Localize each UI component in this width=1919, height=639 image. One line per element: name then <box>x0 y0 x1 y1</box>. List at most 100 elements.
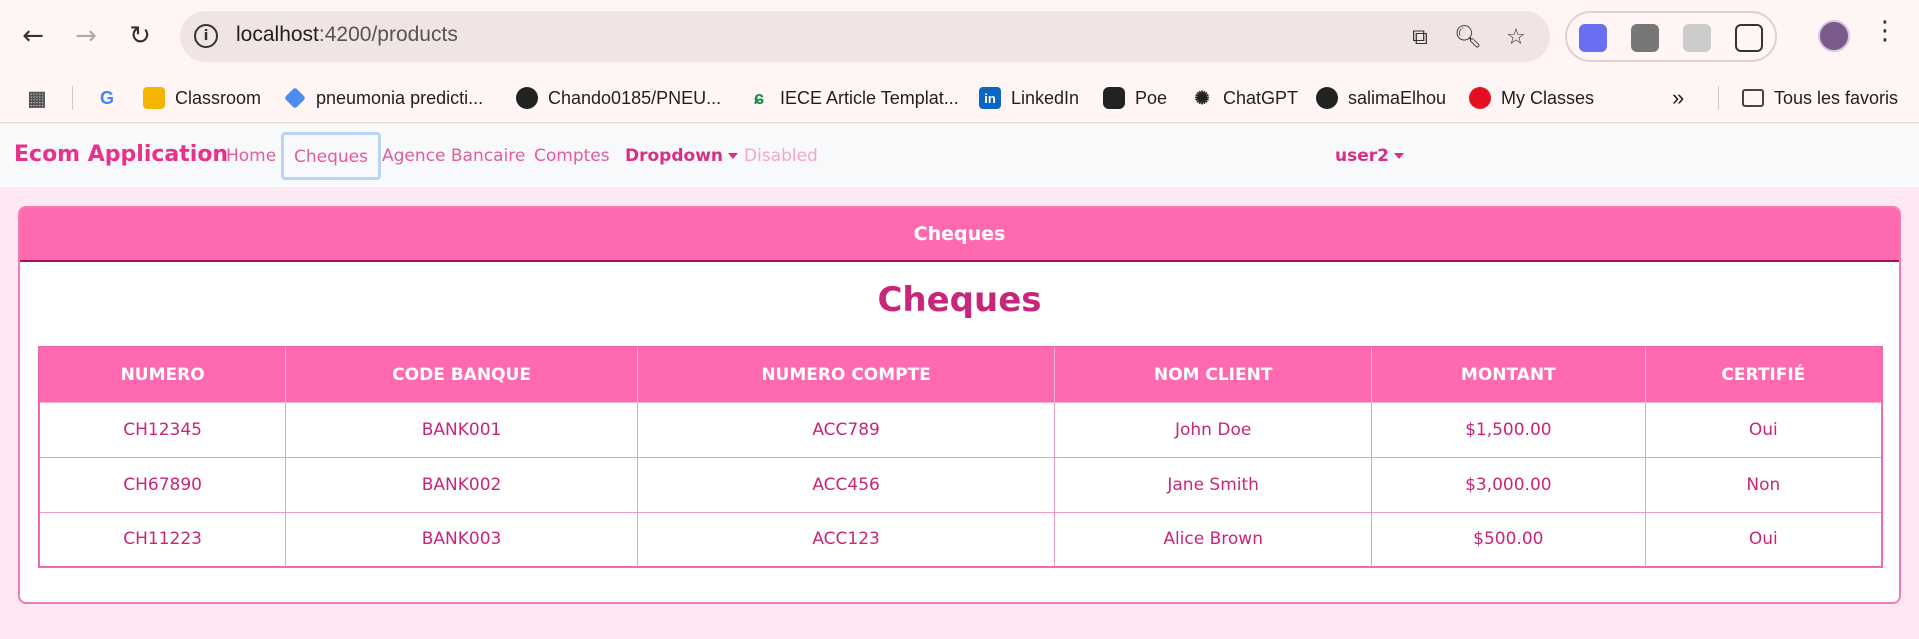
bookmark-linkedin[interactable]: in LinkedIn <box>979 73 1079 123</box>
page-title: Cheques <box>877 280 1042 320</box>
bookmark-google[interactable]: G <box>96 73 128 123</box>
bookmark-label: Poe <box>1135 87 1168 108</box>
folder-icon <box>1742 89 1764 107</box>
bookmark-chatgpt[interactable]: ✺ ChatGPT <box>1191 73 1298 123</box>
bookmarks-bar: ▦ G Classroom pneumonia predicti... Chan… <box>0 73 1919 123</box>
chatgpt-icon: ✺ <box>1194 87 1210 108</box>
profile-avatar[interactable] <box>1818 20 1850 52</box>
github-icon <box>516 87 538 109</box>
apps-grid-icon[interactable]: ▦ <box>26 73 58 123</box>
site-info-icon[interactable]: i <box>194 24 218 48</box>
column-header-montant: MONTANT <box>1370 346 1646 403</box>
extension-window-icon[interactable] <box>1631 24 1659 52</box>
all-bookmarks-label: Tous les favoris <box>1774 87 1899 108</box>
cheques-card: Cheques Cheques NUMERO CODE BANQUE NUMER… <box>18 206 1901 604</box>
user-name: user2 <box>1335 146 1389 166</box>
column-header-code-banque: CODE BANQUE <box>285 346 638 403</box>
url-host: localhost <box>236 23 319 46</box>
extension-chat-icon[interactable] <box>1579 24 1607 52</box>
huawei-icon <box>1469 87 1491 109</box>
chevron-down-icon <box>728 153 738 159</box>
bookmark-label: IECE Article Templat... <box>780 87 959 108</box>
github-icon <box>1316 87 1338 109</box>
bookmark-pneumonia[interactable]: pneumonia predicti... <box>284 73 483 123</box>
cell-montant: $3,000.00 <box>1370 456 1646 513</box>
nav-home[interactable]: Home <box>226 146 276 166</box>
column-header-numero: NUMERO <box>38 346 287 403</box>
table-header-row: NUMERO CODE BANQUE NUMERO COMPTE NOM CLI… <box>38 346 1883 403</box>
bookmark-label: ChatGPT <box>1223 87 1299 108</box>
cell-certifie: Oui <box>1644 401 1883 458</box>
card-header: Cheques <box>20 208 1899 262</box>
nav-dropdown-label: Dropdown <box>625 146 723 166</box>
user-menu[interactable]: user2 <box>1335 146 1404 166</box>
cell-nom-client: Alice Brown <box>1054 511 1372 568</box>
classroom-icon <box>143 87 165 109</box>
address-bar[interactable]: i localhost:4200/products ⧉ 🔍︎ ☆ <box>180 11 1550 62</box>
linkedin-icon: in <box>979 87 1001 109</box>
browser-toolbar: ← → ↻ i localhost:4200/products ⧉ 🔍︎ ☆ ⋮ <box>0 0 1919 73</box>
column-header-nom-client: NOM CLIENT <box>1054 346 1372 403</box>
extension-triangle-icon[interactable] <box>1683 24 1711 52</box>
poe-icon <box>1103 87 1125 109</box>
column-header-certifie: CERTIFIÉ <box>1644 346 1883 403</box>
nav-disabled: Disabled <box>744 146 818 166</box>
table-row: CH67890 BANK002 ACC456 Jane Smith $3,000… <box>38 456 1883 513</box>
bookmarks-separator <box>1718 86 1719 110</box>
cell-nom-client: John Doe <box>1054 401 1372 458</box>
cell-numero: CH12345 <box>38 401 287 458</box>
cell-numero-compte: ACC789 <box>636 401 1056 458</box>
bookmark-label: My Classes <box>1501 87 1595 108</box>
table-row: CH11223 BANK003 ACC123 Alice Brown $500.… <box>38 511 1883 568</box>
url-rest: :4200/products <box>318 23 458 46</box>
cell-numero-compte: ACC123 <box>636 511 1056 568</box>
google-icon: G <box>99 87 114 108</box>
bookmark-label: salimaElhou <box>1348 87 1447 108</box>
bookmark-iece[interactable]: ɕ IECE Article Templat... <box>748 73 959 123</box>
bookmark-chando[interactable]: Chando0185/PNEU... <box>516 73 721 123</box>
forward-icon[interactable]: → <box>68 18 104 54</box>
cheques-table: NUMERO CODE BANQUE NUMERO COMPTE NOM CLI… <box>38 346 1883 568</box>
cell-certifie: Oui <box>1644 511 1883 568</box>
bookmark-myclasses[interactable]: My Classes <box>1469 73 1594 123</box>
browser-menu-icon[interactable]: ⋮ <box>1872 16 1898 46</box>
nav-comptes[interactable]: Comptes <box>534 146 610 166</box>
leaf-icon: ɕ <box>753 87 764 108</box>
url-text[interactable]: localhost:4200/products <box>236 23 458 47</box>
cell-code-banque: BANK001 <box>285 401 638 458</box>
cell-certifie: Non <box>1644 456 1883 513</box>
bookmark-label: Chando0185/PNEU... <box>548 87 722 108</box>
bookmark-classroom[interactable]: Classroom <box>143 73 261 123</box>
extensions-group <box>1565 11 1777 62</box>
cell-code-banque: BANK003 <box>285 511 638 568</box>
table-row: CH12345 BANK001 ACC789 John Doe $1,500.0… <box>38 401 1883 458</box>
cell-code-banque: BANK002 <box>285 456 638 513</box>
bookmark-star-icon[interactable]: ☆ <box>1502 23 1530 51</box>
nav-agence-bancaire[interactable]: Agence Bancaire <box>382 146 525 166</box>
bookmark-label: pneumonia predicti... <box>316 87 484 108</box>
app-navbar: Ecom Application Home Cheques Agence Ban… <box>0 124 1919 187</box>
cell-numero: CH11223 <box>38 511 287 568</box>
column-header-numero-compte: NUMERO COMPTE <box>636 346 1056 403</box>
cell-montant: $1,500.00 <box>1370 401 1646 458</box>
more-bookmarks-icon[interactable]: » <box>1672 73 1684 123</box>
translate-icon[interactable]: ⧉ <box>1406 23 1434 51</box>
cell-numero-compte: ACC456 <box>636 456 1056 513</box>
chevron-down-icon <box>1393 153 1404 159</box>
reload-icon[interactable]: ↻ <box>122 18 158 54</box>
all-bookmarks[interactable]: Tous les favoris <box>1742 73 1898 123</box>
cell-numero: CH67890 <box>38 456 287 513</box>
bookmark-salima[interactable]: salimaElhou <box>1316 73 1446 123</box>
nav-dropdown[interactable]: Dropdown <box>625 146 738 166</box>
layers-icon <box>284 87 306 109</box>
cell-montant: $500.00 <box>1370 511 1646 568</box>
zoom-icon[interactable]: 🔍︎ <box>1454 23 1482 51</box>
back-icon[interactable]: ← <box>15 18 51 54</box>
bookmarks-separator <box>72 86 73 110</box>
extensions-puzzle-icon[interactable] <box>1735 24 1763 52</box>
nav-cheques[interactable]: Cheques <box>281 132 381 180</box>
bookmark-label: Classroom <box>175 87 262 108</box>
bookmark-poe[interactable]: Poe <box>1103 73 1167 123</box>
cell-nom-client: Jane Smith <box>1054 456 1372 513</box>
brand-link[interactable]: Ecom Application <box>14 142 228 167</box>
